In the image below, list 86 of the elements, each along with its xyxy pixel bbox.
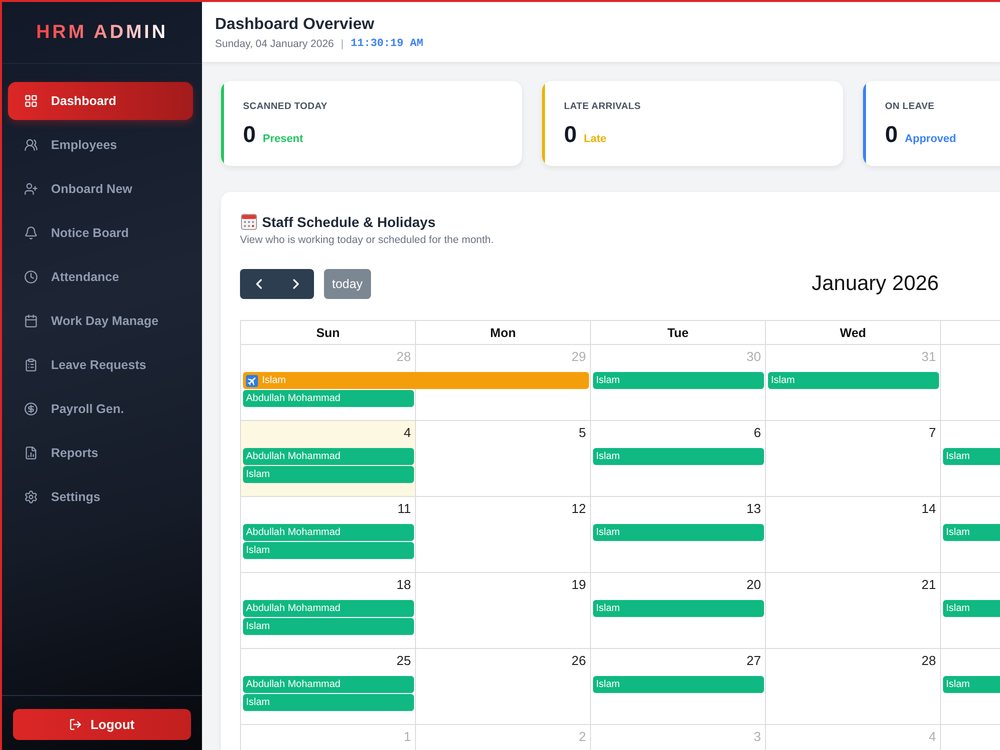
- calendar-event[interactable]: Islam: [593, 372, 764, 389]
- day-number: 29: [572, 349, 586, 365]
- document-chart-icon: [24, 446, 38, 460]
- day-number: 27: [746, 653, 761, 669]
- calendar-icon: [241, 214, 257, 230]
- calendar-event[interactable]: Islam: [243, 372, 589, 389]
- grid-icon: [24, 94, 38, 108]
- calendar-event[interactable]: Islam: [593, 676, 764, 693]
- clipboard-icon: [24, 358, 38, 372]
- day-number: 7: [928, 425, 936, 441]
- logout-button[interactable]: Logout: [13, 709, 191, 740]
- airplane-icon: [246, 374, 258, 386]
- nav-item[interactable]: Onboard New: [8, 170, 193, 208]
- day-number: 21: [922, 577, 936, 593]
- stat-value: 0: [243, 120, 256, 149]
- day-number: 4: [404, 425, 411, 441]
- calendar-event[interactable]: Islam: [243, 466, 414, 483]
- stat-value: 0: [885, 120, 898, 149]
- day-number: 20: [746, 577, 761, 593]
- calendar-event[interactable]: Islam: [943, 600, 1000, 617]
- day-number: 1: [404, 729, 411, 745]
- schedule-title: Staff Schedule & Holidays: [262, 214, 436, 230]
- dollar-coin-icon: [24, 402, 38, 416]
- schedule-subtitle: View who is working today or scheduled for the month.: [240, 233, 495, 248]
- calendar-event[interactable]: Islam: [243, 694, 414, 711]
- calendar-event[interactable]: Abdullah Mohammad: [243, 676, 414, 693]
- prev-button[interactable]: [240, 269, 277, 299]
- next-button[interactable]: [277, 269, 314, 299]
- day-number: 14: [922, 501, 936, 517]
- day-number: 2: [578, 729, 586, 745]
- calendar-event[interactable]: Islam: [943, 448, 1000, 465]
- nav-item[interactable]: Work Day Manage: [8, 302, 193, 340]
- clock-text: 11:30:19 AM: [350, 37, 424, 52]
- calendar-event[interactable]: Islam: [243, 542, 414, 559]
- day-number: 11: [398, 501, 411, 517]
- calendar-event[interactable]: Islam: [943, 524, 1000, 541]
- stat-label: SCANNED TODAY: [243, 101, 328, 113]
- date-text: Sunday, 04 January 2026: [215, 37, 334, 52]
- day-number: 12: [572, 501, 586, 517]
- nav-item[interactable]: Employees: [8, 126, 193, 164]
- day-number: 28: [922, 653, 936, 669]
- settings-icon: [24, 490, 38, 504]
- calendar-event[interactable]: Islam: [943, 676, 1000, 693]
- nav-item[interactable]: Attendance: [8, 258, 193, 296]
- stat-label: ON LEAVE: [885, 101, 936, 113]
- separator-text: |: [340, 37, 344, 52]
- day-number: 13: [746, 501, 761, 517]
- nav-item[interactable]: Settings: [8, 478, 193, 516]
- day-number: 28: [396, 349, 411, 365]
- day-number: 26: [572, 653, 586, 669]
- stat-note: Late: [584, 133, 606, 145]
- calendar-event[interactable]: Islam: [593, 524, 764, 541]
- nav-item[interactable]: Notice Board: [8, 214, 193, 252]
- clock-icon: [24, 270, 38, 284]
- month-title: January 2026: [812, 272, 939, 296]
- day-number: 6: [754, 425, 761, 441]
- calendar-icon: [24, 314, 38, 328]
- calendar-event[interactable]: Islam: [243, 618, 414, 635]
- nav-item[interactable]: Dashboard: [8, 82, 193, 120]
- day-number: 30: [746, 349, 761, 365]
- day-number: 19: [572, 577, 586, 593]
- stat-value: 0: [564, 120, 577, 149]
- calendar-event[interactable]: Abdullah Mohammad: [243, 524, 414, 541]
- nav-item[interactable]: Reports: [8, 434, 193, 472]
- user-plus-icon: [24, 182, 38, 196]
- day-number: 31: [922, 349, 936, 365]
- logout-icon: [69, 718, 82, 731]
- bell-icon: [24, 226, 38, 240]
- calendar-event[interactable]: Abdullah Mohammad: [243, 390, 414, 407]
- calendar-event[interactable]: Islam: [768, 372, 939, 389]
- day-number: 5: [578, 425, 586, 441]
- day-number: 3: [754, 729, 761, 745]
- calendar-event[interactable]: Islam: [593, 448, 764, 465]
- nav-item[interactable]: Leave Requests: [8, 346, 193, 384]
- page-title: Dashboard Overview: [215, 15, 376, 35]
- nav-item[interactable]: Payroll Gen.: [8, 390, 193, 428]
- day-number: 25: [396, 653, 411, 669]
- calendar-event[interactable]: Abdullah Mohammad: [243, 600, 414, 617]
- stat-label: LATE ARRIVALS: [564, 101, 641, 113]
- calendar-event[interactable]: Abdullah Mohammad: [243, 448, 414, 465]
- day-number: 4: [928, 729, 936, 745]
- calendar-event[interactable]: Islam: [593, 600, 764, 617]
- day-number: 18: [396, 577, 411, 593]
- stat-note: Present: [262, 133, 304, 145]
- people-icon: [24, 138, 38, 152]
- stat-note: Approved: [904, 133, 956, 145]
